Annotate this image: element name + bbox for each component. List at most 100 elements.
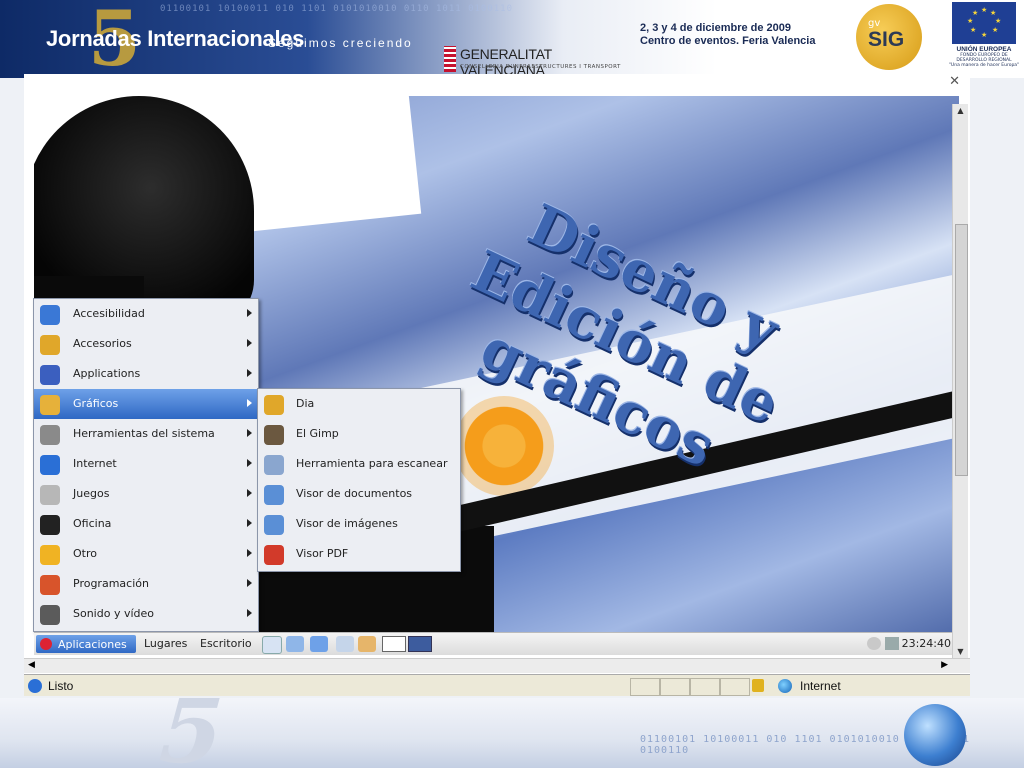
menu-item-label: Accesibilidad <box>73 307 145 320</box>
accessibility-icon <box>40 305 60 325</box>
submenu-arrow-icon <box>247 429 252 437</box>
menu-item-applications[interactable]: Applications <box>34 359 258 389</box>
submenu-item-visor-pdf[interactable]: Visor PDF <box>258 539 460 569</box>
status-cell <box>660 678 690 696</box>
submenu-item-el-gimp[interactable]: El Gimp <box>258 419 460 449</box>
sponsor-department: CONSELLERIA D'INFRAESTRUCTURES I TRANSPO… <box>460 64 621 70</box>
other-icon <box>40 545 60 565</box>
gnome-foot-icon <box>40 638 52 650</box>
internet-zone-icon <box>778 679 792 693</box>
menu-item-label: Accesorios <box>73 337 132 350</box>
footer-watermark-five: 5 <box>145 698 237 768</box>
scanner-icon <box>264 455 284 475</box>
submenu-item-label: Visor PDF <box>296 547 349 560</box>
system-tools-icon <box>40 425 60 445</box>
gnome-bottom-panel: Aplicaciones Lugares Escritorio 23:24:40 <box>34 632 959 655</box>
accessories-icon <box>40 335 60 355</box>
games-icon <box>40 485 60 505</box>
gimp-icon <box>264 425 284 445</box>
network-tray-icon[interactable] <box>885 637 899 650</box>
close-icon[interactable]: ✕ <box>949 74 960 89</box>
menu-item-accesibilidad[interactable]: Accesibilidad <box>34 299 258 329</box>
programming-icon <box>40 575 60 595</box>
event-date-line: 2, 3 y 4 de diciembre de 2009 <box>640 22 792 34</box>
launcher-edit-icon[interactable] <box>262 636 282 654</box>
graphics-submenu: Dia El Gimp Herramienta para escanear Visor… <box>257 388 461 572</box>
menu-item-label: Internet <box>73 457 117 470</box>
submenu-arrow-icon <box>247 459 252 467</box>
screenshot-window: ✕ Diseño y Edición de gráficos Accesibil… <box>24 74 970 696</box>
submenu-item-visor-de-documentos[interactable]: Visor de documentos <box>258 479 460 509</box>
submenu-item-herramienta-para-escanear[interactable]: Herramienta para escanear <box>258 449 460 479</box>
internet-icon <box>40 455 60 475</box>
menu-item-herramientas-del-sistema[interactable]: Herramientas del sistema <box>34 419 258 449</box>
valencia-flag-icon <box>444 46 456 72</box>
menu-item-otro[interactable]: Otro <box>34 539 258 569</box>
globe-icon <box>904 704 966 766</box>
applications-menu-button[interactable]: Aplicaciones <box>36 635 136 653</box>
status-cell <box>720 678 750 696</box>
event-slogan: Seguimos creciendo <box>268 36 413 50</box>
eu-fund: FONDO EUROPEO DE DESARROLLO REGIONAL <box>956 53 1012 63</box>
sound-video-icon <box>40 605 60 625</box>
scroll-down-icon[interactable]: ▼ <box>955 647 966 658</box>
workspace-1-switcher[interactable] <box>382 636 406 652</box>
graphics-icon <box>40 395 60 415</box>
submenu-item-label: Visor de imágenes <box>296 517 398 530</box>
menu-item-accesorios[interactable]: Accesorios <box>34 329 258 359</box>
event-dates: 2, 3 y 4 de diciembre de 2009 Centro de … <box>640 22 815 48</box>
menu-item-label: Otro <box>73 547 97 560</box>
applications-label: Aplicaciones <box>58 638 127 651</box>
lock-icon <box>752 679 764 692</box>
status-text: Listo <box>48 679 74 693</box>
panel-clock[interactable]: 23:24:40 <box>902 637 951 650</box>
submenu-arrow-icon <box>247 369 252 377</box>
pdf-viewer-icon <box>264 545 284 565</box>
submenu-item-label: Visor de documentos <box>296 487 413 500</box>
menu-item-label: Gráficos <box>73 397 119 410</box>
submenu-arrow-icon <box>247 309 252 317</box>
horizontal-scrollbar[interactable]: ◀ ▶ <box>24 658 970 673</box>
menu-item-internet[interactable]: Internet <box>34 449 258 479</box>
submenu-arrow-icon <box>247 399 252 407</box>
scroll-thumb[interactable] <box>955 224 968 476</box>
gvsig-sig-text: SIG <box>868 28 905 51</box>
scroll-left-icon[interactable]: ◀ <box>28 660 35 670</box>
launcher-browser-icon[interactable] <box>310 636 328 652</box>
scroll-up-icon[interactable]: ▲ <box>955 106 966 117</box>
submenu-item-dia[interactable]: Dia <box>258 389 460 419</box>
applications-menu: Accesibilidad Accesorios Applications Gráfi… <box>33 298 259 632</box>
vertical-scrollbar[interactable]: ▲ ▼ <box>952 104 968 660</box>
notification-icon[interactable] <box>867 637 881 650</box>
scroll-right-icon[interactable]: ▶ <box>941 660 948 670</box>
launcher-search-icon[interactable] <box>336 636 354 652</box>
places-menu-button[interactable]: Lugares <box>144 637 187 650</box>
security-zone-text: Internet <box>800 679 841 693</box>
slide-header-banner: 01100101 10100011 010 1101 0101010010 01… <box>0 0 1024 78</box>
launcher-network-icon[interactable] <box>286 636 304 652</box>
event-venue-line: Centro de eventos. Feria Valencia <box>640 35 816 47</box>
menu-item-oficina[interactable]: Oficina <box>34 509 258 539</box>
browser-status-bar: Listo Internet <box>24 674 970 696</box>
eu-flag-icon: ★ ★ ★ ★ ★ ★ ★ ★ <box>952 2 1016 44</box>
menu-item-sonido-y-vídeo[interactable]: Sonido y vídeo <box>34 599 258 629</box>
page-status-icon <box>28 679 42 693</box>
menu-item-programación[interactable]: Programación <box>34 569 258 599</box>
status-cell <box>690 678 720 696</box>
launcher-home-icon[interactable] <box>358 636 376 652</box>
footer-binary-decoration: 01100101 10100011 010 1101 0101010010 01… <box>640 734 970 756</box>
applications-icon <box>40 365 60 385</box>
eu-label: UNIÓN EUROPEA <box>956 46 1012 53</box>
submenu-item-label: Dia <box>296 397 315 410</box>
submenu-item-visor-de-imágenes[interactable]: Visor de imágenes <box>258 509 460 539</box>
menu-item-label: Sonido y vídeo <box>73 607 155 620</box>
submenu-arrow-icon <box>247 339 252 347</box>
menu-item-label: Oficina <box>73 517 112 530</box>
workspace-2-switcher[interactable] <box>408 636 432 652</box>
menu-item-juegos[interactable]: Juegos <box>34 479 258 509</box>
desktop-menu-button[interactable]: Escritorio <box>200 637 252 650</box>
menu-item-label: Programación <box>73 577 149 590</box>
menu-item-label: Juegos <box>73 487 110 500</box>
menu-item-gráficos[interactable]: Gráficos <box>34 389 258 419</box>
menu-item-label: Herramientas del sistema <box>73 427 215 440</box>
